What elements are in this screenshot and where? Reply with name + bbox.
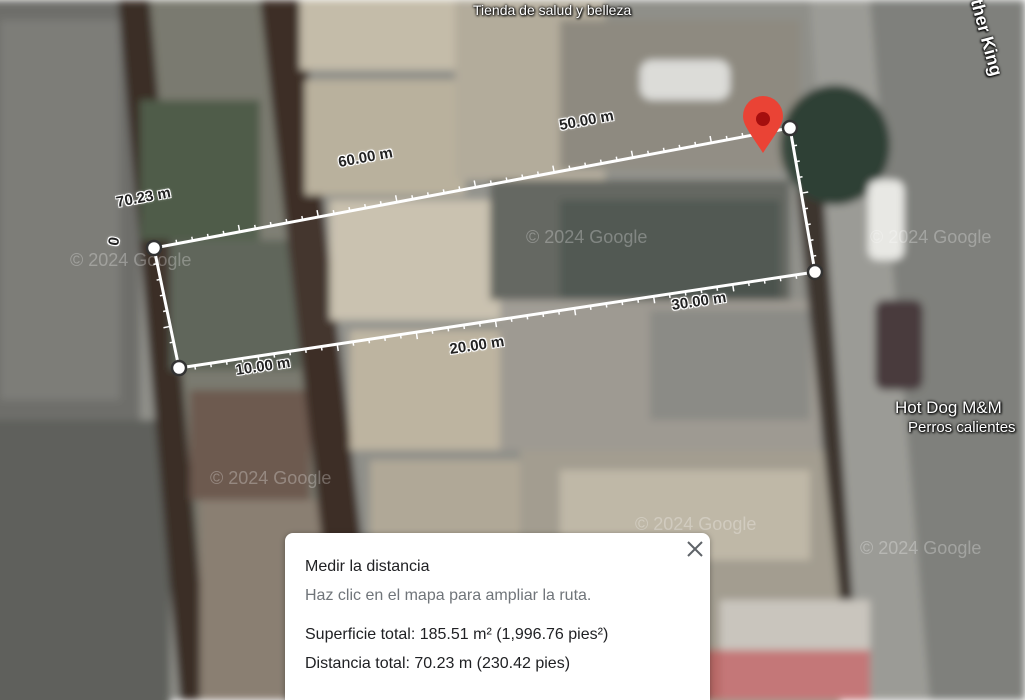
measure-tick [637, 298, 640, 303]
measure-tick [194, 365, 197, 370]
measure-tick [779, 277, 782, 282]
measure-vertex[interactable] [806, 263, 824, 281]
measure-tick [510, 317, 513, 322]
measure-tick [399, 334, 402, 339]
poi-label-health-store[interactable]: Tienda de salud y belleza [473, 2, 631, 18]
measure-tick [336, 344, 339, 352]
measure-tick [557, 310, 561, 315]
measure-tick [741, 132, 744, 138]
measure-tick [442, 189, 445, 194]
measure-tick [599, 159, 603, 164]
measure-tick [526, 315, 529, 320]
measure-tick [162, 309, 168, 313]
measure-tick [542, 312, 545, 318]
measure-tick [159, 294, 164, 297]
poi-label-hot-dog[interactable]: Hot Dog M&M [895, 398, 1002, 418]
measure-tick [747, 281, 750, 287]
measure-tick [209, 363, 212, 368]
measure-tick [652, 296, 656, 304]
measure-tick [505, 177, 508, 182]
measure-tick [521, 174, 524, 179]
measure-tick [364, 204, 367, 209]
watermark: © 2024 Google [635, 514, 756, 534]
measure-tick [662, 147, 665, 152]
measure-tick [206, 233, 210, 238]
measure-tick [463, 324, 466, 330]
measure-tick [332, 209, 335, 215]
measure-tick [301, 215, 304, 221]
measure-tick [792, 144, 798, 147]
measure-tick [678, 144, 681, 149]
measure-tick [368, 339, 371, 344]
measure-tick [415, 332, 419, 340]
measure-tick [763, 279, 766, 284]
measure-tick [285, 218, 288, 224]
close-icon[interactable] [683, 537, 707, 561]
measure-tick [494, 320, 498, 328]
measure-tick [431, 329, 434, 334]
watermark: © 2024 Google [870, 227, 991, 247]
total-distance: Distancia total: 70.23 m (230.42 pies) [305, 655, 571, 672]
measure-tick [411, 195, 414, 200]
measure-tick [222, 230, 225, 235]
measure-tick [605, 303, 608, 308]
measure-tick [568, 165, 571, 170]
measure-tick [647, 150, 650, 155]
measure-tick [304, 348, 307, 353]
measure-tick [584, 162, 587, 167]
measure-tick [621, 301, 624, 306]
measure-tick [798, 175, 803, 179]
measure-tick [615, 156, 618, 161]
measure-tick [352, 341, 355, 346]
total-area: Superficie total: 185.51 m² (1,996.76 pi… [305, 626, 609, 643]
measure-tick [191, 236, 194, 241]
measure-tick [806, 223, 811, 226]
measure-tick [731, 284, 735, 292]
measure-tick [478, 322, 481, 327]
measure-tick [169, 341, 174, 344]
measure-tick [175, 239, 178, 244]
measure-tick [153, 262, 158, 266]
measure-tick [809, 239, 814, 242]
measure-tick [225, 360, 228, 365]
measure-distance-panel: Medir la distancia Haz clic en el mapa p… [285, 533, 710, 700]
measure-vertex[interactable] [781, 119, 799, 137]
watermark: © 2024 Google [210, 468, 331, 488]
measure-tick [812, 254, 817, 257]
measure-tick [489, 180, 493, 185]
measure-tick [320, 346, 323, 351]
measure-tick [379, 201, 382, 206]
measure-tick [383, 336, 387, 342]
measure-tick [573, 308, 577, 316]
measure-tick [458, 186, 461, 191]
measure-tick [289, 351, 292, 356]
measure-tick [589, 305, 592, 310]
measure-tick [426, 192, 430, 197]
measure-tick [795, 160, 800, 163]
panel-title: Medir la distancia [305, 558, 430, 575]
poi-label-hot-dog-category: Perros calientes [908, 419, 1016, 436]
measure-tick [725, 135, 728, 141]
measure-tick [156, 278, 161, 281]
measure-tick [803, 207, 809, 210]
measure-tick [269, 221, 272, 227]
measure-tick [795, 274, 798, 279]
measure-tick [536, 171, 540, 176]
measure-tick [348, 206, 351, 212]
measure-tick [694, 141, 697, 146]
watermark: © 2024 Google [860, 538, 981, 558]
measure-vertex[interactable] [170, 359, 188, 377]
measure-vertex[interactable] [145, 239, 163, 257]
measure-tick [447, 327, 450, 332]
panel-hint: Haz clic en el mapa para ampliar la ruta… [305, 587, 592, 604]
measure-tick [253, 224, 257, 230]
